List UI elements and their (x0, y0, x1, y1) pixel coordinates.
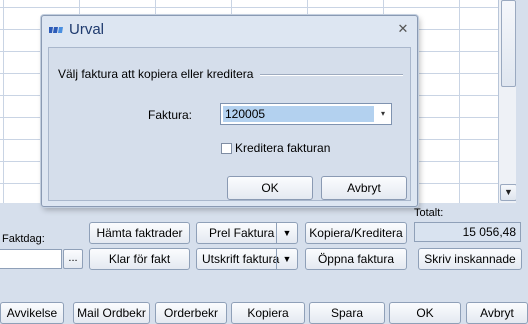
faktura-combobox-value: 120005 (223, 106, 374, 122)
group-divider (260, 74, 403, 76)
dialog-cancel-button[interactable]: Avbryt (321, 176, 407, 200)
right-edge-panel (516, 0, 528, 203)
ok-button-main[interactable]: OK (389, 302, 461, 324)
close-icon[interactable]: ✕ (396, 22, 410, 36)
totalt-value: 15 056,48 (414, 222, 521, 242)
avbryt-button-main[interactable]: Avbryt (466, 302, 528, 324)
faktura-combobox[interactable]: 120005 ▾ (220, 103, 392, 125)
scrollbar-thumb[interactable] (501, 0, 516, 87)
hamta-faktrader-button[interactable]: Hämta faktrader (89, 222, 190, 244)
utskrift-faktura-label: Utskrift faktura (202, 252, 280, 266)
faktdag-input[interactable] (0, 249, 62, 269)
kopiera-button[interactable]: Kopiera (231, 302, 305, 324)
utskrift-faktura-button[interactable]: Utskrift faktura ▼ (196, 248, 298, 270)
spara-button[interactable]: Spara (309, 302, 385, 324)
scroll-down-arrow-icon[interactable]: ▼ (500, 184, 517, 201)
urval-dialog: Urval ✕ Välj faktura att kopiera eller k… (41, 15, 418, 207)
avvikelse-button[interactable]: Avvikelse (0, 302, 64, 324)
klar-for-fakt-button[interactable]: Klar för fakt (89, 248, 190, 270)
prel-faktura-button[interactable]: Prel Faktura ▼ (196, 222, 298, 244)
dialog-ok-button[interactable]: OK (227, 176, 313, 200)
faktura-label: Faktura: (148, 108, 193, 122)
mail-ordbekr-button[interactable]: Mail Ordbekr (73, 302, 150, 324)
oppna-faktura-button[interactable]: Öppna faktura (305, 248, 407, 270)
dialog-title-bar[interactable]: Urval ✕ (42, 16, 417, 44)
prel-faktura-dropdown-icon[interactable]: ▼ (276, 223, 297, 243)
dialog-body: Välj faktura att kopiera eller kreditera… (48, 47, 411, 201)
skriv-inskannade-button[interactable]: Skriv inskannade (418, 248, 522, 270)
kreditera-checkbox[interactable] (221, 143, 232, 154)
utskrift-faktura-dropdown-icon[interactable]: ▼ (276, 249, 297, 269)
orderbekr-button[interactable]: Orderbekr (155, 302, 227, 324)
faktdag-label: Faktdag: (2, 233, 45, 245)
kopiera-kreditera-button[interactable]: Kopiera/Kreditera (305, 222, 407, 244)
faktdag-picker-button[interactable]: ... (63, 249, 83, 269)
dialog-title: Urval (69, 21, 105, 38)
grid-vertical-scrollbar[interactable]: ▼ (498, 0, 517, 203)
group-label: Välj faktura att kopiera eller kreditera (58, 67, 254, 81)
kreditera-checkbox-label[interactable]: Kreditera fakturan (235, 141, 330, 155)
app-logo-icon (49, 27, 63, 33)
prel-faktura-label: Prel Faktura (209, 226, 275, 240)
chevron-down-icon[interactable]: ▾ (375, 104, 391, 124)
totalt-label: Totalt: (414, 207, 444, 219)
